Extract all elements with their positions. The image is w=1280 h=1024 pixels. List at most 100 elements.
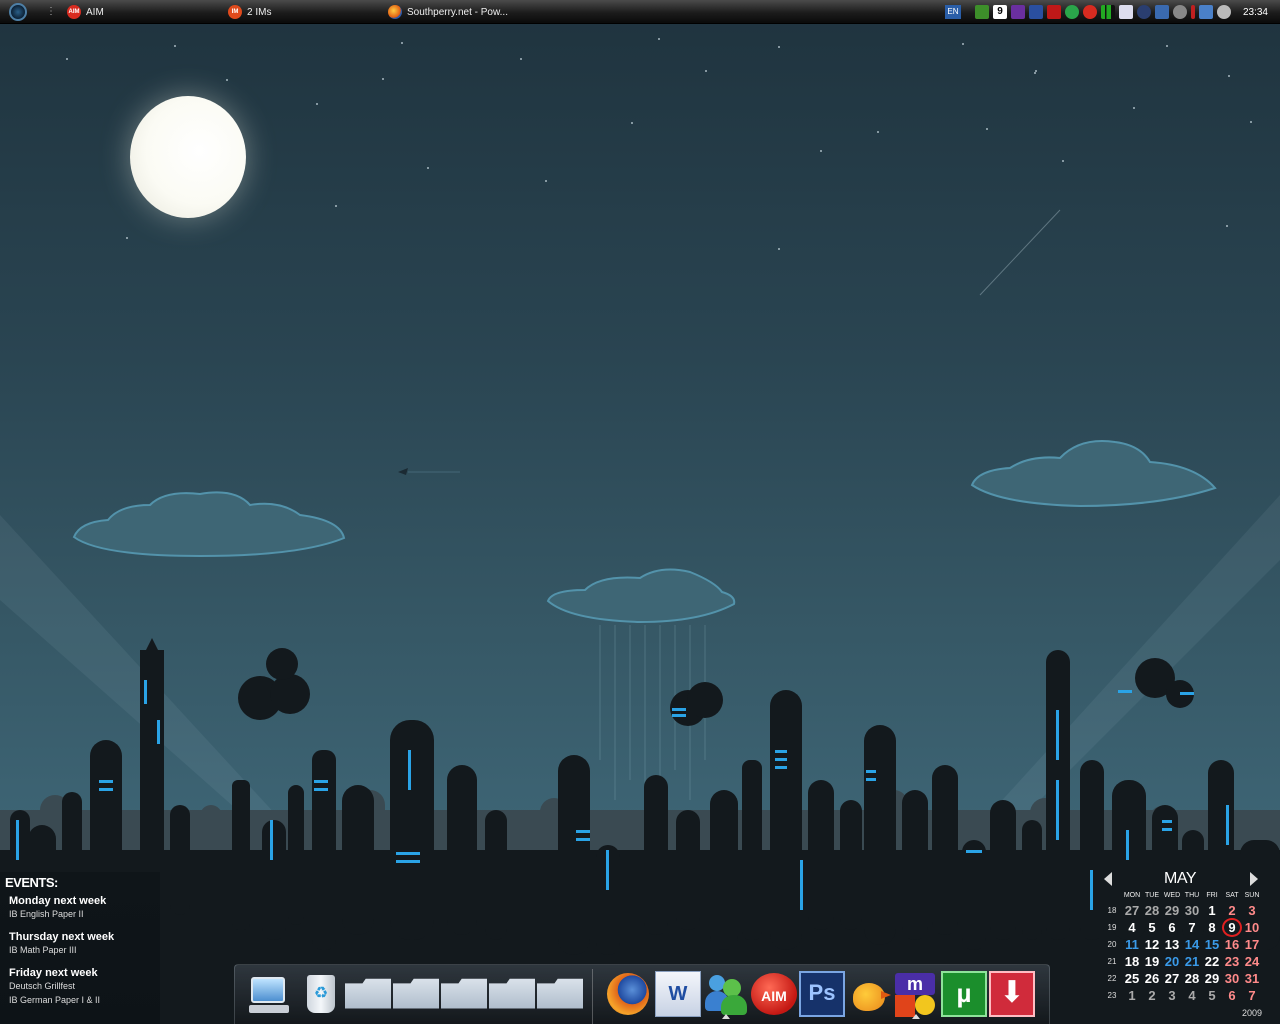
event-when: Thursday next week — [9, 931, 115, 943]
calendar-day[interactable]: 20 — [1162, 954, 1182, 969]
calendar-week: 18 27 28 29 30 1 2 3 — [1102, 902, 1262, 919]
weekday-label: SUN — [1244, 892, 1260, 899]
next-month-button[interactable] — [1250, 872, 1258, 886]
calendar-day[interactable]: 13 — [1162, 937, 1182, 952]
calendar-day[interactable]: 30 — [1182, 903, 1202, 918]
calendar-day[interactable]: 12 — [1142, 937, 1162, 952]
calendar-day[interactable]: 4 — [1122, 920, 1142, 935]
events-widget: EVENTS: Monday next week IB English Pape… — [0, 872, 160, 1024]
calendar-day[interactable]: 1 — [1202, 903, 1222, 918]
calendar-week: 23 1 2 3 4 5 6 7 — [1102, 987, 1262, 1004]
calendar-week: 20 11 12 13 14 15 16 17 — [1102, 936, 1262, 953]
calendar-day[interactable]: 7 — [1242, 988, 1262, 1003]
event-when: Monday next week — [9, 895, 107, 907]
folder-icon[interactable] — [345, 978, 391, 1009]
calendar-day[interactable]: 26 — [1142, 971, 1162, 986]
calendar-day[interactable]: 31 — [1242, 971, 1262, 986]
calendar-day[interactable]: 1 — [1122, 988, 1142, 1003]
weekday-label: FRI — [1206, 892, 1218, 899]
calendar-week: 19 4 5 6 7 8 9 10 — [1102, 918, 1262, 937]
event-entry: Thursday next week IB Math Paper III — [9, 931, 160, 957]
previous-month-button[interactable] — [1104, 872, 1112, 886]
calendar-day[interactable]: 6 — [1222, 988, 1242, 1003]
events-title: EVENTS: — [5, 875, 58, 890]
folder-icon[interactable] — [489, 978, 535, 1009]
weekday-label: MON — [1123, 892, 1141, 899]
week-number: 21 — [1107, 957, 1117, 966]
calendar-day[interactable]: 3 — [1162, 988, 1182, 1003]
recycle-bin-icon[interactable]: ♻ — [297, 971, 343, 1017]
calendar-day[interactable]: 18 — [1122, 954, 1142, 969]
calendar-day[interactable]: 23 — [1222, 954, 1242, 969]
week-number: 18 — [1107, 906, 1117, 915]
dock: ♻ W AIM Ps m µ ⬇ — [234, 964, 1050, 1024]
calendar-year: 2009 — [1242, 1008, 1263, 1018]
event-item: IB German Paper I & II — [9, 995, 101, 1005]
event-item: Deutsch Grillfest — [9, 981, 76, 991]
calendar-day[interactable]: 16 — [1222, 937, 1242, 952]
calendar-day[interactable]: 17 — [1242, 937, 1262, 952]
calendar-day[interactable]: 28 — [1182, 971, 1202, 986]
calendar-day[interactable]: 27 — [1122, 903, 1142, 918]
calendar-day[interactable]: 30 — [1222, 971, 1242, 986]
calendar-month: MAY — [1164, 870, 1196, 887]
twitter-bird-icon[interactable] — [847, 971, 893, 1017]
calendar-day[interactable]: 29 — [1162, 903, 1182, 918]
calendar-weekday-header: MON TUE WED THU FRI SAT SUN — [1102, 891, 1262, 902]
calendar-day[interactable]: 25 — [1122, 971, 1142, 986]
event-when: Friday next week — [9, 967, 98, 979]
calendar-day[interactable]: 2 — [1222, 903, 1242, 918]
weekday-label: SAT — [1225, 892, 1239, 899]
running-indicator — [722, 1014, 730, 1019]
calendar-day[interactable]: 3 — [1242, 903, 1262, 918]
week-number: 19 — [1107, 923, 1117, 932]
word-icon[interactable]: W — [655, 971, 701, 1017]
download-icon[interactable]: ⬇ — [989, 971, 1035, 1017]
utorrent-icon[interactable]: µ — [941, 971, 987, 1017]
firefox-icon[interactable] — [605, 971, 651, 1017]
calendar-day[interactable]: 14 — [1182, 937, 1202, 952]
calendar-day[interactable]: 7 — [1182, 920, 1202, 935]
calendar-day[interactable]: 28 — [1142, 903, 1162, 918]
calendar-day[interactable]: 5 — [1202, 988, 1222, 1003]
calendar-day[interactable]: 10 — [1242, 920, 1262, 935]
mirc-icon[interactable]: m — [893, 971, 939, 1019]
calendar-day[interactable]: 5 — [1142, 920, 1162, 935]
calendar-week: 21 18 19 20 21 22 23 24 — [1102, 953, 1262, 970]
calendar-day-today[interactable]: 9 — [1222, 918, 1242, 937]
calendar-day[interactable]: 4 — [1182, 988, 1202, 1003]
event-entry: Friday next week Deutsch Grillfest IB Ge… — [9, 967, 160, 1007]
calendar-day[interactable]: 2 — [1142, 988, 1162, 1003]
week-number: 23 — [1107, 991, 1117, 1000]
pictures-folder-icon[interactable] — [393, 978, 439, 1009]
calendar-day[interactable]: 15 — [1202, 937, 1222, 952]
event-item: IB Math Paper III — [9, 945, 77, 955]
calendar-day[interactable]: 22 — [1202, 954, 1222, 969]
event-entry: Monday next week IB English Paper II — [9, 895, 160, 921]
calendar-day[interactable]: 19 — [1142, 954, 1162, 969]
calendar-day[interactable]: 11 — [1122, 937, 1142, 952]
calendar-day[interactable]: 27 — [1162, 971, 1182, 986]
week-number: 20 — [1107, 940, 1117, 949]
weekday-label: WED — [1163, 892, 1181, 899]
desktop[interactable]: ⋮ AIM AIM IM 2 IMs Southperry.net - Pow.… — [0, 0, 1280, 1024]
aim-icon[interactable]: AIM — [751, 973, 797, 1015]
calendar-week: 22 25 26 27 28 29 30 31 — [1102, 970, 1262, 987]
week-number: 22 — [1107, 974, 1117, 983]
calendar-grid: MON TUE WED THU FRI SAT SUN 18 27 28 29 … — [1102, 891, 1262, 1004]
calendar-day[interactable]: 6 — [1162, 920, 1182, 935]
calendar-day[interactable]: 21 — [1182, 954, 1202, 969]
folder-icon[interactable] — [537, 978, 583, 1009]
calendar-widget: MAY MON TUE WED THU FRI SAT SUN 18 27 28… — [1102, 868, 1280, 1024]
calendar-day[interactable]: 8 — [1202, 920, 1222, 935]
photoshop-icon[interactable]: Ps — [799, 971, 845, 1017]
weekday-label: TUE — [1145, 892, 1159, 899]
computer-icon[interactable] — [245, 971, 291, 1017]
dock-separator — [592, 969, 593, 1024]
messenger-icon[interactable] — [703, 971, 749, 1019]
calendar-day[interactable]: 29 — [1202, 971, 1222, 986]
documents-folder-icon[interactable] — [441, 978, 487, 1009]
weekday-label: THU — [1184, 892, 1200, 899]
event-item: IB English Paper II — [9, 909, 84, 919]
calendar-day[interactable]: 24 — [1242, 954, 1262, 969]
